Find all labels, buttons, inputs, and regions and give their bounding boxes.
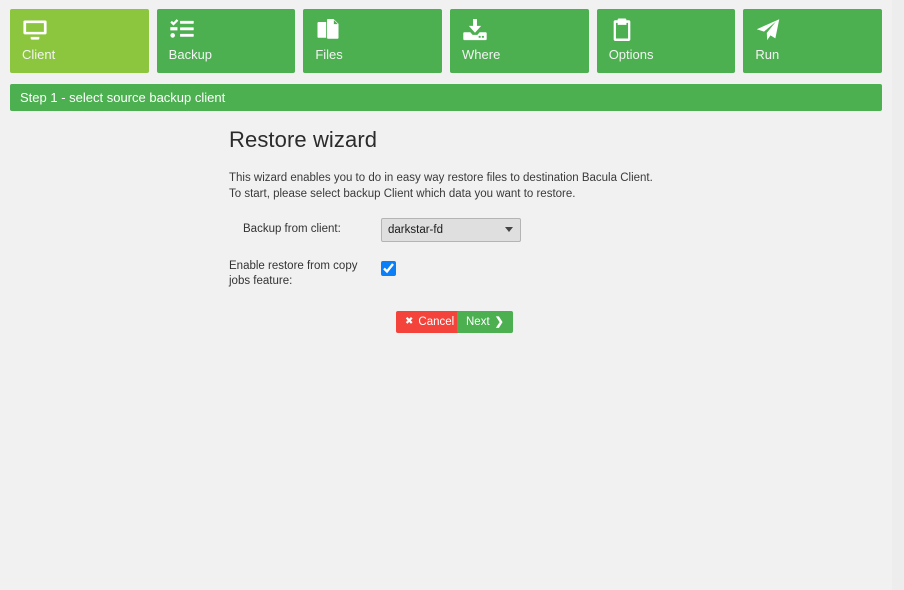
wizard-tab-bar: Client Backup	[10, 9, 882, 73]
wizard-description: This wizard enables you to do in easy wa…	[229, 171, 667, 202]
tab-label-options: Options	[609, 47, 654, 63]
tab-run[interactable]: Run	[743, 9, 882, 73]
tab-backup[interactable]: Backup	[157, 9, 296, 73]
tasks-list-icon	[169, 17, 195, 43]
application-container: Client Backup	[0, 0, 892, 590]
tab-options[interactable]: Options	[597, 9, 736, 73]
desktop-icon	[22, 17, 48, 43]
restore-wizard-panel: Restore wizard This wizard enables you t…	[229, 126, 679, 335]
backup-client-label: Backup from client:	[243, 222, 341, 237]
tab-label-run: Run	[755, 47, 779, 63]
backup-client-select[interactable]: darkstar-fd	[381, 218, 521, 242]
step-banner-text: Step 1 - select source backup client	[20, 89, 225, 106]
clipboard-list-icon	[609, 17, 635, 43]
tab-client[interactable]: Client	[10, 9, 149, 73]
tab-files[interactable]: Files	[303, 9, 442, 73]
copy-files-icon	[315, 17, 341, 43]
next-button[interactable]: Next ❯	[457, 311, 513, 333]
tab-where[interactable]: Where	[450, 9, 589, 73]
chevron-right-icon: ❯	[495, 317, 504, 328]
step-banner: Step 1 - select source backup client	[10, 84, 882, 111]
copy-jobs-checkbox[interactable]	[381, 261, 396, 276]
page-title: Restore wizard	[229, 126, 679, 154]
close-icon: ✖	[405, 317, 413, 327]
tab-label-where: Where	[462, 47, 500, 63]
backup-client-row: Backup from client: darkstar-fd	[229, 218, 679, 252]
wizard-action-buttons: ✖ Cancel Next ❯	[229, 311, 679, 335]
tab-label-files: Files	[315, 47, 342, 63]
copy-jobs-label: Enable restore from copy jobs feature:	[229, 259, 369, 289]
tab-label-client: Client	[22, 47, 55, 63]
copy-jobs-row: Enable restore from copy jobs feature:	[229, 259, 679, 293]
cancel-button-label: Cancel	[418, 311, 454, 333]
next-button-label: Next	[466, 311, 490, 333]
wizard-form: Backup from client: darkstar-fd Enable r…	[229, 218, 679, 335]
tab-label-backup: Backup	[169, 47, 212, 63]
paper-plane-icon	[755, 17, 781, 43]
download-save-icon	[462, 17, 488, 43]
cancel-button[interactable]: ✖ Cancel	[396, 311, 463, 333]
